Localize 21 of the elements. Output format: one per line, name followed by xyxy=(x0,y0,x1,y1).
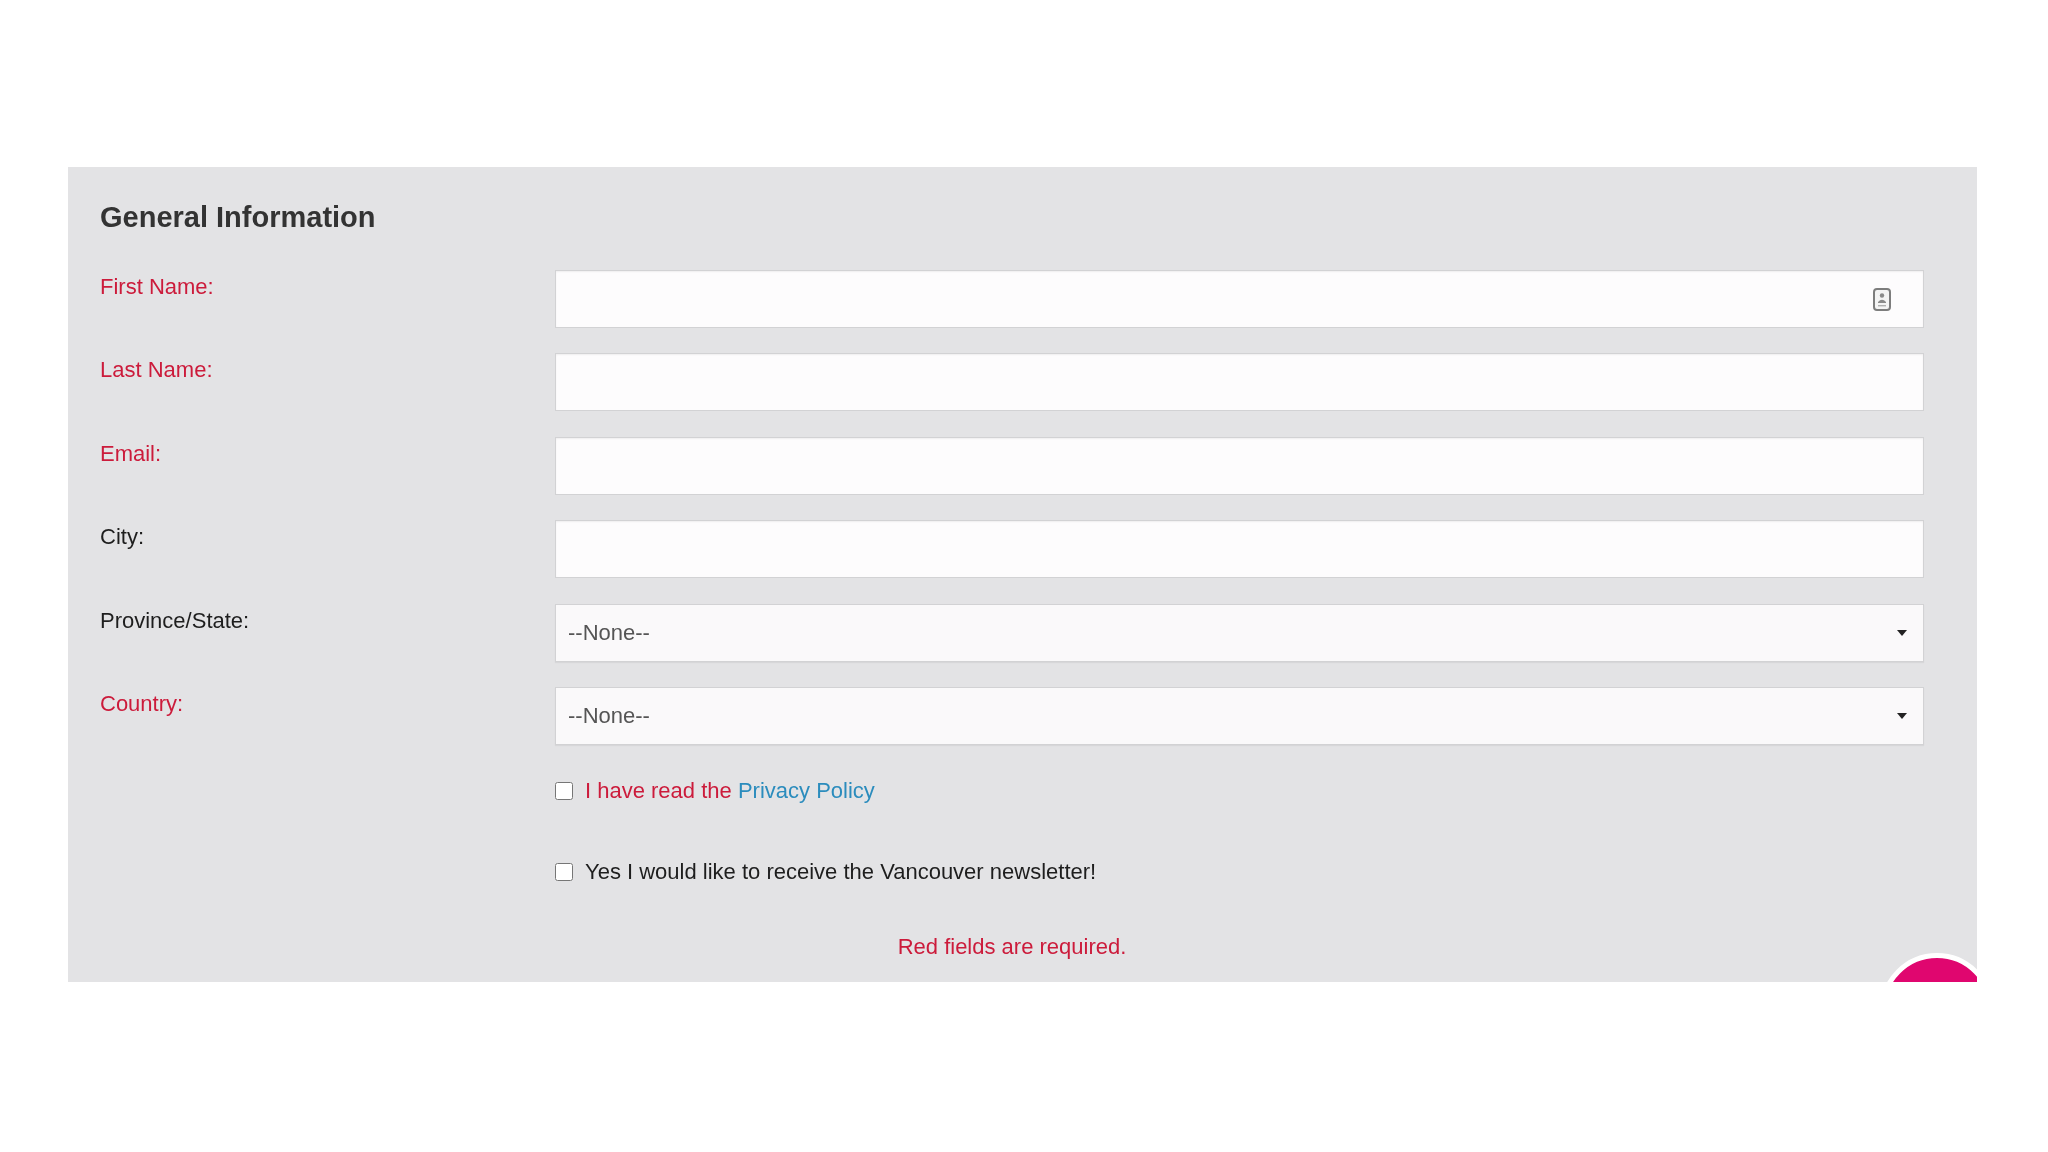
field-label: Email: xyxy=(100,439,162,468)
field-label: Last Name: xyxy=(100,356,213,385)
caret-icon xyxy=(1897,712,1907,719)
dropdown[interactable]: --None-- xyxy=(555,603,1924,662)
required-note: Red fields are required. xyxy=(897,932,1127,961)
consent-text: I have read the Privacy Policy xyxy=(585,776,875,805)
text-field[interactable] xyxy=(555,353,1924,412)
text-field[interactable] xyxy=(555,520,1924,579)
section-heading: General Information xyxy=(100,200,377,235)
dropdown[interactable]: --None-- xyxy=(555,686,1924,745)
text-field[interactable] xyxy=(555,270,1924,328)
field-label: First Name: xyxy=(100,273,214,301)
caret-icon xyxy=(1897,629,1907,636)
checkbox[interactable] xyxy=(555,781,573,800)
checkbox[interactable] xyxy=(555,862,573,881)
text-field[interactable] xyxy=(555,436,1924,495)
consent-text: Yes I would like to receive the Vancouver newsletter! xyxy=(585,857,1097,886)
contact-card-icon[interactable] xyxy=(1873,288,1891,311)
field-label: Province/State: xyxy=(100,606,250,635)
field-label: City: xyxy=(100,523,144,552)
field-label: Country: xyxy=(100,689,184,718)
